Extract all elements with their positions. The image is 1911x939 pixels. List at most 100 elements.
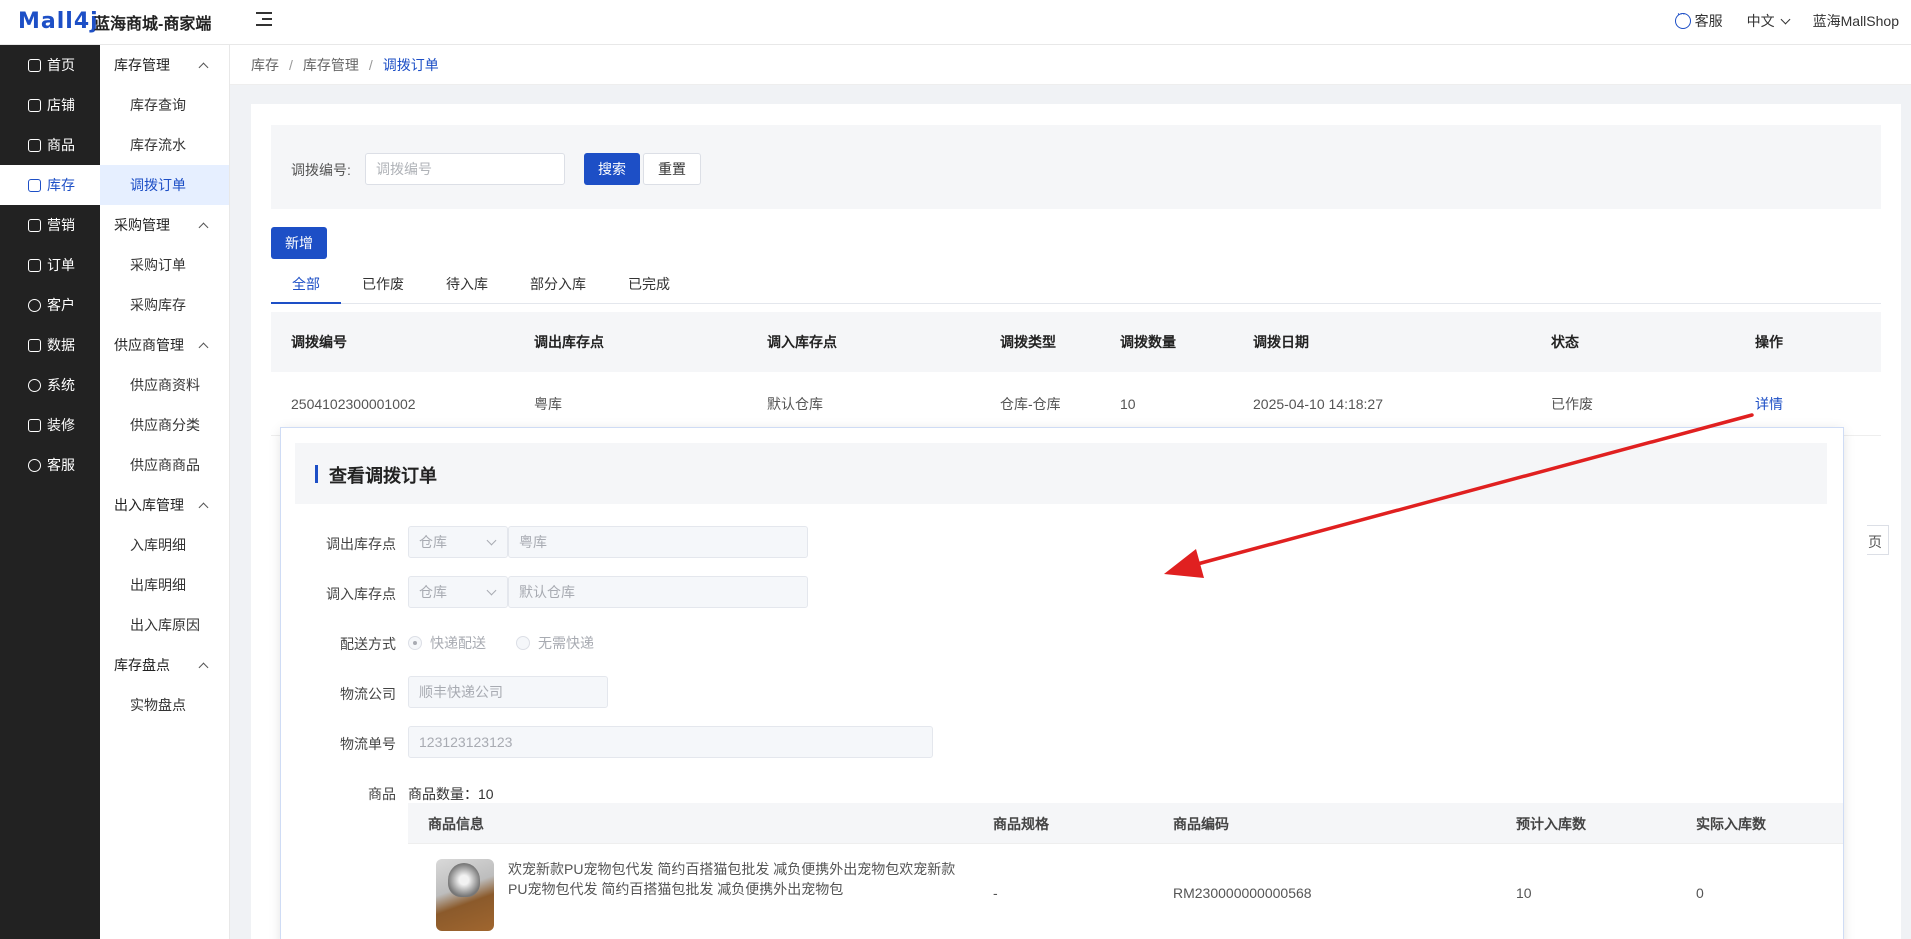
column-header: 状态 xyxy=(1551,334,1579,350)
subnav-item-supplier-info[interactable]: 供应商资料 xyxy=(100,365,229,405)
nav-item-inventory[interactable]: 库存 xyxy=(0,165,100,205)
subnav-group-supplier[interactable]: 供应商管理 xyxy=(100,325,229,365)
goods-count: 商品数量：10 xyxy=(408,786,494,802)
transfer-table: 调拨编号 调出库存点 调入库存点 调拨类型 调拨数量 调拨日期 状态 操作 25… xyxy=(271,312,1881,436)
order-icon xyxy=(28,258,41,272)
column-header: 实际入库数 xyxy=(1696,816,1766,832)
subnav-item-purchase-order[interactable]: 采购订单 xyxy=(100,245,229,285)
out-store-label: 调出库存点 xyxy=(326,536,396,552)
delivery-express-radio[interactable]: 快递配送 xyxy=(408,633,486,653)
column-header: 操作 xyxy=(1755,334,1783,350)
subnav-item-supplier-category[interactable]: 供应商分类 xyxy=(100,405,229,445)
nav-item-data[interactable]: 数据 xyxy=(0,325,100,365)
delivery-label: 配送方式 xyxy=(340,636,396,652)
inventory-icon xyxy=(28,178,41,192)
out-store-select[interactable]: 粤库 xyxy=(508,526,808,558)
in-store-label: 调入库存点 xyxy=(326,586,396,602)
chat-icon xyxy=(1674,8,1691,29)
tab-voided[interactable]: 已作废 xyxy=(341,264,425,304)
chevron-up-icon xyxy=(198,502,209,512)
column-header: 调拨数量 xyxy=(1120,334,1176,350)
transfer-detail-dialog: 查看调拨订单 调出库存点 仓库 粤库 调入库存点 仓库 默认仓库 配送方式 快递… xyxy=(281,428,1843,939)
column-header: 调拨日期 xyxy=(1253,334,1309,350)
subnav-item-purchase-stock[interactable]: 采购库存 xyxy=(100,285,229,325)
add-button[interactable]: 新增 xyxy=(271,227,327,259)
column-header: 商品规格 xyxy=(993,816,1049,832)
nav-item-decor[interactable]: 装修 xyxy=(0,405,100,445)
logistics-company-label: 物流公司 xyxy=(340,686,396,702)
pager-suffix: 页 xyxy=(1868,534,1882,550)
chevron-up-icon xyxy=(198,662,209,672)
tracking-no-field[interactable]: 123123123123 xyxy=(408,726,933,758)
goods-actual-qty: 0 xyxy=(1696,885,1704,901)
subnav-item-outbound-detail[interactable]: 出库明细 xyxy=(100,565,229,605)
subnav-item-inbound-detail[interactable]: 入库明细 xyxy=(100,525,229,565)
column-header: 商品信息 xyxy=(428,816,484,832)
nav-item-orders[interactable]: 订单 xyxy=(0,245,100,285)
column-header: 调入库存点 xyxy=(767,334,837,350)
subnav-group-stocktake[interactable]: 库存盘点 xyxy=(100,645,229,685)
delivery-none-radio[interactable]: 无需快递 xyxy=(516,633,594,653)
nav-item-service[interactable]: 客服 xyxy=(0,445,100,485)
nav-item-customers[interactable]: 客户 xyxy=(0,285,100,325)
logistics-company-field[interactable]: 顺丰快递公司 xyxy=(408,676,608,708)
search-button[interactable]: 搜索 xyxy=(584,153,640,185)
menu-collapse-icon[interactable] xyxy=(256,10,274,28)
breadcrumb-item[interactable]: 库存 xyxy=(251,55,279,75)
column-header: 商品编码 xyxy=(1173,816,1229,832)
tab-completed[interactable]: 已完成 xyxy=(607,264,691,304)
detail-link[interactable]: 详情 xyxy=(1755,394,1783,414)
table-header: 调拨编号 调出库存点 调入库存点 调拨类型 调拨数量 调拨日期 状态 操作 xyxy=(271,312,1881,372)
in-store-select[interactable]: 默认仓库 xyxy=(508,576,808,608)
column-header: 预计入库数 xyxy=(1516,816,1586,832)
gift-icon xyxy=(28,218,41,232)
chevron-down-icon xyxy=(1780,14,1791,24)
cell-to: 默认仓库 xyxy=(767,395,823,412)
subnav-group-io[interactable]: 出入库管理 xyxy=(100,485,229,525)
subnav-item-io-reason[interactable]: 出入库原因 xyxy=(100,605,229,645)
out-store-type-select[interactable]: 仓库 xyxy=(408,526,508,558)
cell-qty: 10 xyxy=(1120,395,1136,412)
subnav-item-stock-query[interactable]: 库存查询 xyxy=(100,85,229,125)
goods-code: RM230000000000568 xyxy=(1173,885,1312,901)
cell-type: 仓库-仓库 xyxy=(1000,395,1061,412)
language-select[interactable]: 中文 xyxy=(1747,11,1791,31)
settings-icon xyxy=(28,378,41,392)
tab-all[interactable]: 全部 xyxy=(271,264,341,304)
goods-name: 欢宠新款PU宠物包代发 简约百搭猫包批发 减负便携外出宠物包欢宠新款PU宠物包代… xyxy=(508,861,956,897)
goods-label: 商品 xyxy=(368,786,396,802)
goods-icon xyxy=(28,138,41,152)
tab-pending[interactable]: 待入库 xyxy=(425,264,509,304)
customer-service-link[interactable]: 客服 xyxy=(1674,8,1723,31)
subnav-group-inventory[interactable]: 库存管理 xyxy=(100,45,229,85)
subnav-item-supplier-goods[interactable]: 供应商商品 xyxy=(100,445,229,485)
transfer-no-input[interactable] xyxy=(365,153,565,185)
shop-account-menu[interactable]: 蓝海MallShop xyxy=(1813,11,1899,31)
nav-item-home[interactable]: 首页 xyxy=(0,45,100,85)
breadcrumb-current: 调拨订单 xyxy=(382,56,439,73)
cell-from: 粤库 xyxy=(534,395,562,412)
reset-button[interactable]: 重置 xyxy=(643,153,701,185)
nav-item-marketing[interactable]: 营销 xyxy=(0,205,100,245)
main-nav: 首页 店铺 商品 库存 营销 订单 客户 数据 系统 装修 客服 xyxy=(0,45,100,939)
column-header: 调拨编号 xyxy=(291,334,347,350)
column-header: 调拨类型 xyxy=(1000,334,1056,350)
tab-partial[interactable]: 部分入库 xyxy=(509,264,607,304)
decor-icon xyxy=(28,418,41,432)
sub-nav: 库存管理 库存查询 库存流水 调拨订单 采购管理 采购订单 采购库存 供应商管理… xyxy=(100,45,230,939)
subnav-item-stock-flow[interactable]: 库存流水 xyxy=(100,125,229,165)
product-image xyxy=(436,859,494,931)
nav-item-goods[interactable]: 商品 xyxy=(0,125,100,165)
subnav-item-transfer-order[interactable]: 调拨订单 xyxy=(100,165,229,205)
nav-item-system[interactable]: 系统 xyxy=(0,365,100,405)
in-store-type-select[interactable]: 仓库 xyxy=(408,576,508,608)
subnav-group-purchase[interactable]: 采购管理 xyxy=(100,205,229,245)
subnav-item-physical-count[interactable]: 实物盘点 xyxy=(100,685,229,725)
chevron-up-icon xyxy=(198,62,209,72)
nav-item-shop[interactable]: 店铺 xyxy=(0,85,100,125)
cell-date: 2025-04-10 14:18:27 xyxy=(1253,395,1383,412)
breadcrumb-item[interactable]: 库存管理 xyxy=(303,55,359,75)
shop-icon xyxy=(28,98,41,112)
tracking-no-label: 物流单号 xyxy=(340,736,396,752)
logo: Mall4j xyxy=(18,9,99,34)
